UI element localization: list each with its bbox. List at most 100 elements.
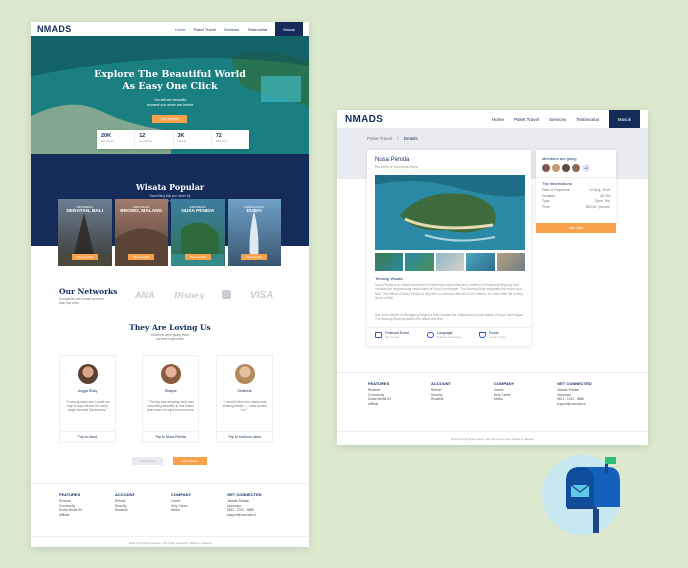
- detail-main-card: Nusa Penida Republic of Indonesia Raya T…: [367, 150, 531, 346]
- nav-services[interactable]: Services: [224, 27, 239, 32]
- thumbnail[interactable]: [466, 253, 495, 271]
- avatar: [572, 164, 580, 172]
- ticket-icon: [375, 332, 382, 338]
- brand-visa-logo: VISA: [250, 290, 274, 301]
- avatar: [542, 164, 550, 172]
- mailbox-icon: [542, 455, 622, 535]
- testimonial-quote: “ I loved it when the waves was shaking …: [222, 400, 267, 413]
- nav-testimonial[interactable]: Testimonial: [576, 117, 599, 122]
- testimonials-subtitle: Moments were giving them the best experi…: [31, 333, 309, 341]
- testimonial-card: Shabrina “ I loved it when the waves was…: [216, 355, 273, 443]
- view-details-button[interactable]: View Details: [241, 254, 268, 260]
- login-button[interactable]: Masuk: [608, 110, 640, 128]
- view-details-button[interactable]: View Details: [128, 254, 155, 260]
- join-now-button[interactable]: Join Now: [536, 223, 616, 233]
- stat-partners: 72 Partners: [212, 130, 249, 149]
- help-button[interactable]: I Need Help: [132, 457, 163, 465]
- feature-sub: Bahasa Indonesia: [437, 335, 462, 339]
- trip-info-value: $80,00 / person: [585, 204, 610, 209]
- testimonial-card: Shayna “ The trip was amazing and I saw …: [142, 355, 199, 443]
- detail-footer: FEATURES Reviews Community Social Media …: [337, 372, 648, 445]
- stat-members: 20K Members: [97, 130, 136, 149]
- nav-paket-travel[interactable]: Paket Travel: [194, 27, 216, 32]
- card-place: NUSA PENIDA: [181, 209, 215, 214]
- nav-home[interactable]: Home: [492, 117, 504, 122]
- detail-nav-links: Home Paket Travel Services Testimonial M…: [492, 110, 640, 128]
- trip-info-list: Date of Departure 22 Aug, 2019 Duration 4D…: [542, 188, 610, 210]
- avatar: [552, 164, 560, 172]
- feature-language: Language Bahasa Indonesia: [427, 331, 461, 339]
- testimonials-title: They Are Loving Us: [129, 323, 211, 332]
- footer-account: ACCOUNT Refund Security Rewards: [431, 381, 451, 402]
- get-started-button[interactable]: Get Started: [173, 457, 207, 465]
- stat-label: Countries: [139, 139, 153, 143]
- hero-title-line-2: As Easy One Click: [122, 81, 218, 92]
- testimonial-trip: Trip to Nusa Penida: [143, 431, 198, 442]
- breadcrumb: Paket Travel / Details: [367, 136, 418, 141]
- hero-title-line-1: Explore The Beautiful World: [94, 69, 246, 80]
- avatar: [235, 364, 255, 384]
- avatar: [78, 364, 98, 384]
- stat-label: Partners: [215, 139, 228, 143]
- detail-navbar: NMADS Home Paket Travel Services Testimo…: [337, 110, 648, 128]
- trip-info-title: Trip Informations: [542, 181, 572, 186]
- feature-foods: Foods Local Foods: [479, 331, 505, 339]
- footer-link[interactable]: Affiliate: [368, 402, 391, 407]
- thumbnail[interactable]: [375, 253, 404, 271]
- brand-ana-logo: ANA: [135, 290, 155, 300]
- thumbnail[interactable]: [435, 253, 465, 271]
- features-divider: [367, 327, 531, 328]
- destination-location: Republic of Indonesia Raya: [375, 165, 418, 169]
- footer-heading: COMPANY: [494, 381, 515, 386]
- brand-shield-icon: [222, 290, 231, 299]
- footer-text: support@nomads.id: [557, 401, 586, 406]
- breadcrumb-current: Details: [403, 136, 418, 141]
- testimonial-name: Shabrina: [237, 389, 252, 393]
- footer-link[interactable]: Affiliate: [59, 513, 82, 518]
- destination-card[interactable]: INDONESIA NUSA PENIDA View Details: [171, 199, 225, 266]
- footer-features: FEATURES Reviews Community Social Media …: [59, 492, 82, 517]
- testimonials-subtitle-line-2: the best experience: [156, 337, 184, 341]
- nav-testimonial[interactable]: Testimonial: [247, 27, 267, 32]
- stats-bar: 20K Members 12 Countries 3K Hotels 72 Partne…: [97, 130, 249, 149]
- members-more-badge: +2: [582, 164, 590, 172]
- footer-link[interactable]: Rewards: [115, 508, 135, 513]
- networks-title: Our Networks: [59, 287, 118, 296]
- detail-logo[interactable]: NMADS: [345, 114, 383, 125]
- login-button[interactable]: Masuk: [275, 22, 303, 36]
- destination-card[interactable]: MIDDLE EAST DUBAI View Details: [227, 199, 281, 266]
- landing-logo[interactable]: NMADS: [37, 24, 72, 34]
- nav-home[interactable]: Home: [175, 27, 186, 32]
- avatar: [562, 164, 570, 172]
- thumbnail[interactable]: [405, 253, 434, 271]
- view-details-button[interactable]: View Details: [71, 254, 98, 260]
- breadcrumb-item[interactable]: Paket Travel: [367, 136, 392, 141]
- footer-account: ACCOUNT Refund Security Rewards: [115, 492, 135, 513]
- stat-countries: 12 Countries: [135, 130, 174, 149]
- footer-link[interactable]: Media: [171, 508, 191, 513]
- footer-heading: COMPANY: [171, 492, 192, 497]
- stat-label: Hotels: [177, 139, 187, 143]
- footer-link[interactable]: Rewards: [431, 397, 451, 402]
- footer-heading: FEATURES: [368, 381, 390, 386]
- footer-text: support@nomads.id: [227, 512, 256, 517]
- footer-heading: GET CONNECTED: [227, 492, 262, 497]
- landing-page-mockup: NMADS Home Paket Travel Services Testimo…: [31, 22, 309, 547]
- stat-hotels: 3K Hotels: [174, 130, 212, 149]
- destination-card[interactable]: INDONESIA BROMO, MALANG View Details: [114, 199, 168, 266]
- thumbnail[interactable]: [496, 253, 526, 271]
- nav-services[interactable]: Services: [549, 117, 566, 122]
- view-details-button[interactable]: View Details: [184, 254, 211, 260]
- sidebar-divider: [536, 177, 616, 178]
- about-title: Tentang Wisata: [375, 276, 403, 281]
- popular-title: Wisata Popular: [135, 182, 205, 192]
- landing-nav-links: Home Paket Travel Services Testimonial M…: [175, 22, 303, 36]
- destination-card[interactable]: INDONESIA DERATAN, BALI View Details: [58, 199, 112, 266]
- brand-disney-logo: Disney: [174, 290, 205, 300]
- testimonial-card: Angga Risky “ It was glorious and I coul…: [59, 355, 116, 443]
- hero-cta-button[interactable]: Get Started: [152, 115, 187, 123]
- footer-link[interactable]: Media: [494, 397, 514, 402]
- hero-subtitle: You will see beautiful moment you never …: [31, 98, 309, 108]
- about-paragraph-2: Bali and a district of Klungkung Regency…: [375, 313, 524, 322]
- nav-paket-travel[interactable]: Paket Travel: [514, 117, 539, 122]
